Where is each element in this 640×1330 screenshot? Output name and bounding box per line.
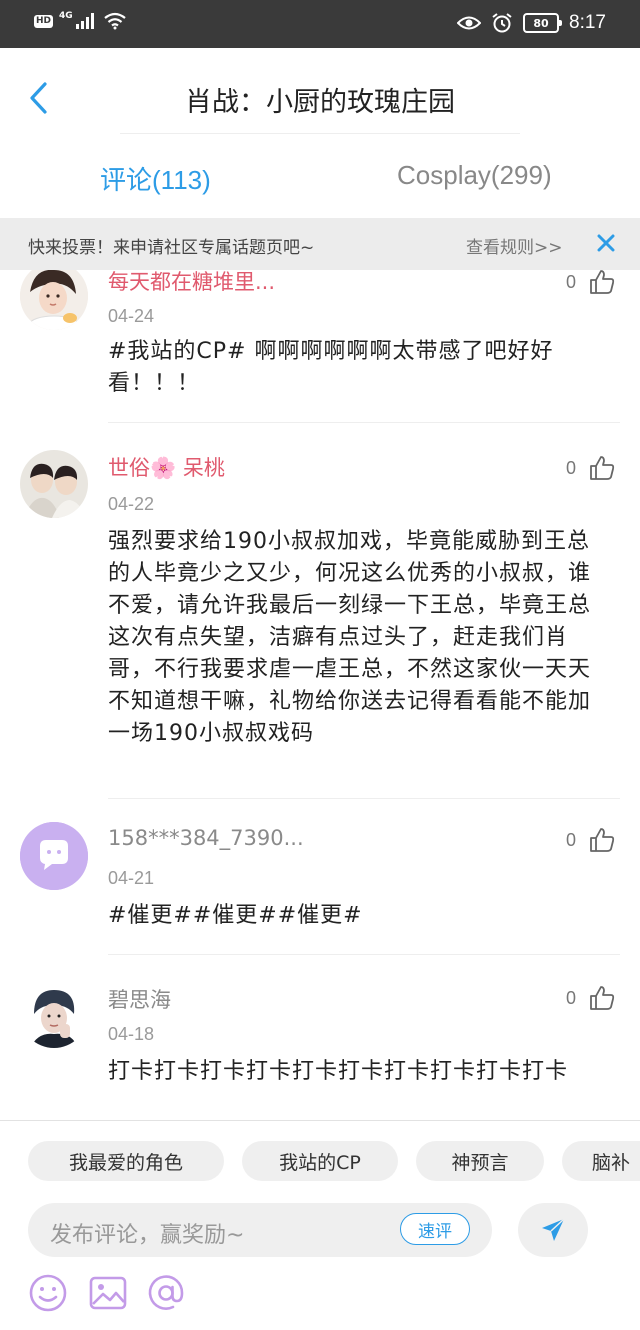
image-button[interactable]: [88, 1273, 128, 1313]
eye-icon: [457, 16, 482, 30]
thumbs-up-icon: [590, 986, 615, 1010]
topic-chip[interactable]: 脑补: [562, 1141, 640, 1181]
comment-author[interactable]: 碧思海: [108, 984, 171, 1014]
like-button[interactable]: 0: [566, 454, 616, 482]
comment-date: 04-22: [108, 494, 155, 514]
comment-divider: [108, 798, 620, 799]
tab-comments[interactable]: 评论(113): [100, 160, 211, 197]
comment-item: 每天都在糖堆里... 0 04-24 #我站的CP# 啊啊啊啊啊啊太带感了吧好好…: [0, 270, 640, 398]
emoji-icon: [29, 1274, 67, 1312]
avatar[interactable]: [20, 450, 88, 518]
comment-item: 世俗🌸 呆桃 0 04-22 强烈要求给190小叔叔加戏，毕竟能威胁到王总的人毕…: [0, 430, 640, 790]
status-left: HD 4G: [34, 11, 127, 30]
comment-text: 打卡打卡打卡打卡打卡打卡打卡打卡打卡打卡: [108, 1059, 569, 1084]
image-icon: [89, 1276, 127, 1310]
comment-date: 04-18: [108, 1024, 155, 1044]
thumbs-up-icon: [590, 456, 615, 480]
comment-text: #我站的CP# 啊啊啊啊啊啊太带感了吧好好看！！！: [108, 339, 554, 396]
notice-text: 快来投票！来申请社区专属话题页吧~: [28, 238, 315, 258]
comment-date: 04-21: [108, 868, 155, 888]
tab-cosplay[interactable]: Cosplay(299): [397, 160, 552, 191]
status-bar: HD 4G 80 8:17: [0, 0, 640, 48]
network-type-label: 4G: [59, 11, 73, 21]
comment-text: #催更##催更##催更#: [108, 903, 363, 928]
comment-divider: [108, 422, 620, 423]
avatar-image: [20, 450, 88, 518]
hd-badge: HD: [34, 14, 54, 28]
comment-author[interactable]: 158***384_7390...: [108, 826, 304, 850]
like-count: 0: [566, 457, 577, 478]
like-button[interactable]: 0: [566, 826, 616, 854]
avatar[interactable]: [20, 822, 88, 890]
avatar[interactable]: [20, 270, 88, 330]
mention-button[interactable]: [146, 1273, 186, 1313]
topic-chip[interactable]: 我最爱的角色: [28, 1141, 224, 1181]
header-divider: [120, 133, 520, 134]
thumbs-up-icon: [590, 270, 615, 294]
chat-bubble-icon: [20, 822, 88, 890]
tab-bar: 评论(113) Cosplay(299): [0, 148, 640, 218]
status-time: 8:17: [569, 12, 606, 33]
thumbs-up-icon: [590, 828, 615, 852]
comment-text: 强烈要求给190小叔叔加戏，毕竟能威胁到王总的人毕竟少之又少，何况这么优秀的小叔…: [108, 529, 592, 746]
notice-close-button[interactable]: [594, 230, 618, 256]
quick-comment-button[interactable]: 速评: [400, 1213, 470, 1245]
comment-date: 04-24: [108, 306, 155, 326]
header: 肖战：小厨的玫瑰庄园: [0, 48, 640, 148]
at-icon: [148, 1275, 184, 1310]
close-icon: [597, 234, 615, 252]
send-icon: [542, 1218, 565, 1241]
like-count: 0: [566, 829, 577, 850]
view-rules-link[interactable]: 查看规则>>: [466, 233, 563, 258]
like-button[interactable]: 0: [566, 984, 616, 1012]
like-button[interactable]: 0: [566, 270, 616, 296]
signal-icon: [75, 13, 94, 29]
topic-chip[interactable]: 我站的CP: [242, 1141, 398, 1181]
comment-list[interactable]: 每天都在糖堆里... 0 04-24 #我站的CP# 啊啊啊啊啊啊太带感了吧好好…: [0, 270, 640, 1120]
alarm-icon: [492, 13, 512, 33]
comment-author[interactable]: 每天都在糖堆里...: [108, 270, 275, 296]
like-count: 0: [566, 987, 577, 1008]
comment-author[interactable]: 世俗🌸 呆桃: [108, 452, 225, 482]
emoji-button[interactable]: [28, 1273, 68, 1313]
topic-chip-row[interactable]: 我最爱的角色 我站的CP 神预言 脑补: [0, 1121, 640, 1201]
comment-divider: [108, 954, 620, 955]
avatar-image: [20, 270, 88, 330]
comment-item: 158***384_7390... 0 04-21 #催更##催更##催更#: [0, 806, 640, 946]
comment-composer-panel: 我最爱的角色 我站的CP 神预言 脑补 发布评论，赢奖励~ 速评: [0, 1120, 640, 1330]
page-title: 肖战：小厨的玫瑰庄园: [185, 87, 455, 118]
battery-indicator: 80: [523, 13, 563, 33]
avatar[interactable]: [20, 980, 88, 1048]
wifi-icon: [103, 12, 126, 30]
avatar-image: [20, 980, 88, 1048]
topic-chip[interactable]: 神预言: [416, 1141, 544, 1181]
send-button[interactable]: [518, 1203, 588, 1257]
comment-input-placeholder: 发布评论，赢奖励~: [50, 1223, 245, 1248]
notice-banner: 快来投票！来申请社区专属话题页吧~ 查看规则>>: [0, 218, 640, 270]
like-count: 0: [566, 271, 577, 292]
status-right: 80 8:17: [457, 12, 606, 34]
comment-item: 碧思海 0 04-18 打卡打卡打卡打卡打卡打卡打卡打卡打卡打卡: [0, 964, 640, 1120]
comment-input[interactable]: 发布评论，赢奖励~ 速评: [28, 1203, 492, 1257]
